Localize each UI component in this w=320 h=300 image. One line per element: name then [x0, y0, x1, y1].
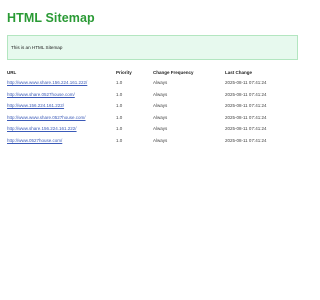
sitemap-url-link[interactable]: http://www.0527house.com/: [7, 138, 62, 144]
sitemap-notice-box: This is an HTML Sitemap: [7, 35, 298, 60]
sitemap-url-link[interactable]: http://www.www.share.156.224.161.222/: [7, 80, 87, 86]
change-frequency-value: Always: [153, 137, 168, 143]
priority-value: 1.0: [116, 103, 123, 108]
column-header-priority: Priority: [116, 70, 132, 75]
last-change-value: 2025-08-11 07:41:24: [225, 80, 267, 85]
table-row: http://www.156.224.161.222/ 1.0 Always 2…: [7, 103, 298, 115]
table-row: http://www.share.0527house.com/ 1.0 Alwa…: [7, 92, 298, 104]
last-change-value: 2025-08-11 07:41:24: [225, 91, 267, 97]
column-header-change-frequency: Change Frequency: [153, 70, 194, 75]
table-row: http://www.share.156.224.161.222/ 1.0 Al…: [7, 126, 298, 138]
change-frequency-value: Always: [153, 91, 168, 97]
table-header-row: URL Priority Change Frequency Last Chang…: [7, 70, 298, 80]
last-change-value: 2025-08-11 07:41:24: [225, 137, 267, 143]
last-change-value: 2025-08-11 07:41:24: [225, 126, 267, 131]
priority-value: 1.0: [116, 80, 123, 85]
last-change-value: 2025-08-11 07:41:24: [225, 114, 267, 120]
sitemap-url-link[interactable]: http://www.share.0527house.com/: [7, 92, 75, 98]
table-row: http://www.www.share.0527house.com/ 1.0 …: [7, 115, 298, 127]
column-header-last-change: Last Change: [225, 70, 253, 75]
last-change-value: 2025-08-11 07:41:24: [225, 103, 267, 108]
sitemap-url-link[interactable]: http://www.www.share.0527house.com/: [7, 115, 86, 121]
table-row: http://www.0527house.com/ 1.0 Always 202…: [7, 138, 298, 150]
column-header-url: URL: [7, 70, 17, 75]
priority-value: 1.0: [116, 114, 123, 120]
priority-value: 1.0: [116, 91, 123, 97]
sitemap-notice-text: This is an HTML Sitemap: [11, 45, 63, 50]
sitemap-url-link[interactable]: http://www.share.156.224.161.222/: [7, 126, 77, 132]
change-frequency-value: Always: [153, 114, 168, 120]
sitemap-table: URL Priority Change Frequency Last Chang…: [7, 70, 298, 149]
change-frequency-value: Always: [153, 80, 168, 85]
sitemap-url-link[interactable]: http://www.156.224.161.222/: [7, 103, 64, 109]
table-row: http://www.www.share.156.224.161.222/ 1.…: [7, 80, 298, 92]
priority-value: 1.0: [116, 126, 123, 131]
priority-value: 1.0: [116, 137, 123, 143]
page-title: HTML Sitemap: [7, 11, 95, 25]
change-frequency-value: Always: [153, 126, 168, 131]
change-frequency-value: Always: [153, 103, 168, 108]
